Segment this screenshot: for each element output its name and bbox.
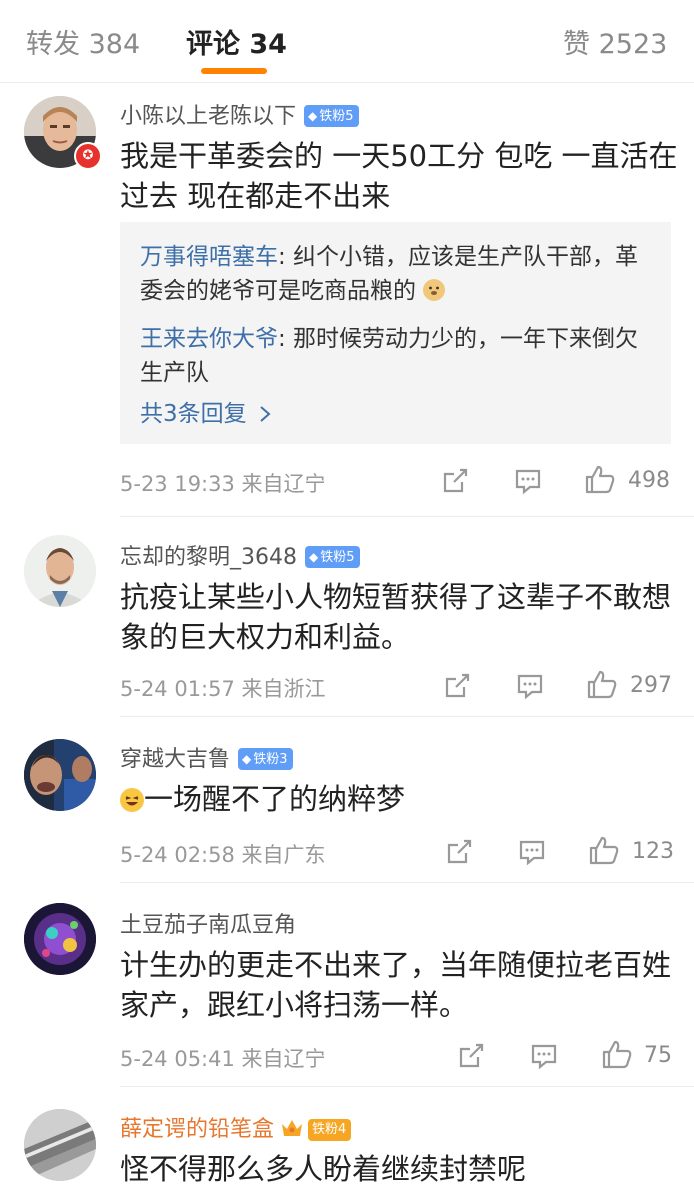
- like-icon[interactable]: [586, 668, 618, 700]
- avatar[interactable]: [24, 903, 96, 975]
- more-replies-label[interactable]: 共3条回复: [140, 401, 254, 427]
- comment-username[interactable]: 土豆茄子南瓜豆角: [120, 907, 296, 939]
- username-text[interactable]: 穿越大吉鲁: [120, 747, 230, 772]
- like-count: 498: [628, 468, 670, 493]
- view-more-replies-link[interactable]: 共3条回复: [140, 394, 272, 428]
- diamond-icon: ◆: [309, 550, 319, 564]
- comment-username[interactable]: 薛定谔的铅笔盒 铁粉4: [120, 1111, 352, 1143]
- reply-username[interactable]: 万事得唔塞车: [140, 244, 278, 270]
- share-icon[interactable]: [456, 1041, 486, 1071]
- avatar[interactable]: [24, 535, 96, 607]
- like-count: 75: [644, 1043, 672, 1068]
- avatar[interactable]: [24, 1109, 96, 1181]
- comment-meta: 5-24 01:57 来自浙江: [120, 677, 326, 701]
- reply-username[interactable]: 王来去你大爷: [140, 326, 278, 352]
- comment-icon[interactable]: [517, 837, 547, 867]
- comment-item: 土豆茄子南瓜豆角 计生办的更走不出来了，当年随便拉老百姓家产，跟红小将扫荡一样。…: [0, 883, 694, 1086]
- share-icon[interactable]: [444, 837, 474, 867]
- doge-emoji-icon: [423, 279, 446, 301]
- fan-badge: ◆ 铁粉5: [304, 105, 359, 127]
- reply-box[interactable]: 万事得唔塞车: 纠个小错，应该是生产队干部，革委会的姥爷可是吃商品粮的 王来去你…: [120, 222, 671, 444]
- comment-icon[interactable]: [515, 671, 545, 701]
- tab-repost[interactable]: 转发 384: [26, 22, 140, 61]
- like-icon[interactable]: [588, 834, 620, 866]
- comment-icon[interactable]: [529, 1041, 559, 1071]
- diamond-icon: ◆: [242, 752, 252, 766]
- tab-comments[interactable]: 评论 34: [186, 22, 287, 61]
- fan-badge-label: 铁粉3: [253, 752, 288, 767]
- like-count: 297: [630, 673, 672, 698]
- comment-meta: 5-24 02:58 来自广东: [120, 843, 326, 867]
- verified-badge-icon: ✪: [74, 142, 102, 170]
- active-tab-indicator: [201, 68, 267, 74]
- laughing-emoji-icon: [120, 788, 144, 812]
- tab-likes[interactable]: 赞 2523: [563, 22, 667, 61]
- crown-icon: [280, 1117, 304, 1141]
- fan-badge-label: 铁粉4: [312, 1122, 347, 1137]
- share-icon[interactable]: [440, 466, 470, 496]
- comment-meta: 5-23 19:33 来自辽宁: [120, 472, 326, 496]
- reply-item[interactable]: 万事得唔塞车: 纠个小错，应该是生产队干部，革委会的姥爷可是吃商品粮的: [140, 240, 650, 308]
- fan-badge: 铁粉4: [308, 1119, 352, 1141]
- comment-item: 忘却的黎明_3648 ◆ 铁粉5 抗疫让某些小人物短暂获得了这辈子不敢想象的巨大权力…: [0, 517, 694, 716]
- comment-tabs: 转发 384 评论 34 赞 2523: [0, 0, 694, 83]
- comment-text-content: 一场醒不了的纳粹梦: [144, 782, 406, 816]
- fan-badge-label: 铁粉5: [320, 550, 355, 565]
- fan-badge: ◆ 铁粉5: [305, 546, 360, 568]
- fan-badge: ◆ 铁粉3: [238, 748, 293, 770]
- comment-username[interactable]: 穿越大吉鲁 ◆ 铁粉3: [120, 741, 293, 773]
- share-icon[interactable]: [442, 671, 472, 701]
- username-text[interactable]: 土豆茄子南瓜豆角: [120, 913, 296, 938]
- fan-badge-label: 铁粉5: [319, 109, 354, 124]
- comment-username[interactable]: 小陈以上老陈以下 ◆ 铁粉5: [120, 98, 359, 130]
- username-text[interactable]: 薛定谔的铅笔盒: [120, 1117, 274, 1142]
- comment-icon[interactable]: [513, 466, 543, 496]
- like-icon[interactable]: [584, 463, 616, 495]
- avatar-image: [24, 1109, 96, 1181]
- comment-text: 抗疫让某些小人物短暂获得了这辈子不敢想象的巨大权力和利益。: [120, 580, 672, 654]
- like-count: 123: [632, 839, 674, 864]
- username-text[interactable]: 小陈以上老陈以下: [120, 104, 296, 129]
- reply-item[interactable]: 王来去你大爷: 那时候劳动力少的，一年下来倒欠生产队: [140, 322, 650, 390]
- avatar-image: [24, 903, 96, 975]
- comment-item: 薛定谔的铅笔盒 铁粉4 怪不得那么多人盼着继续封禁呢: [0, 1087, 694, 1200]
- avatar[interactable]: [24, 739, 96, 811]
- like-icon[interactable]: [601, 1038, 633, 1070]
- avatar-image: [24, 535, 96, 607]
- comment-meta: 5-24 05:41 来自辽宁: [120, 1047, 326, 1071]
- comment-text: 计生办的更走不出来了，当年随便拉老百姓家产，跟红小将扫荡一样。: [120, 948, 672, 1022]
- avatar-image: [24, 739, 96, 811]
- comment-username[interactable]: 忘却的黎明_3648 ◆ 铁粉5: [120, 539, 360, 571]
- comment-text: 我是干革委会的 一天50工分 包吃 一直活在过去 现在都走不出来: [120, 139, 678, 213]
- comment-item: 穿越大吉鲁 ◆ 铁粉3 一场醒不了的纳粹梦 5-24 02:58 来自广东 123: [0, 717, 694, 882]
- chevron-right-icon: [260, 406, 271, 422]
- username-text[interactable]: 忘却的黎明_3648: [120, 545, 297, 570]
- diamond-icon: ◆: [308, 109, 318, 123]
- comment-item: ✪ 小陈以上老陈以下 ◆ 铁粉5 我是干革委会的 一天50工分 包吃 一直活在过去 …: [0, 82, 694, 516]
- comment-text: 一场醒不了的纳粹梦: [120, 779, 680, 819]
- comment-text: 怪不得那么多人盼着继续封禁呢: [120, 1152, 527, 1186]
